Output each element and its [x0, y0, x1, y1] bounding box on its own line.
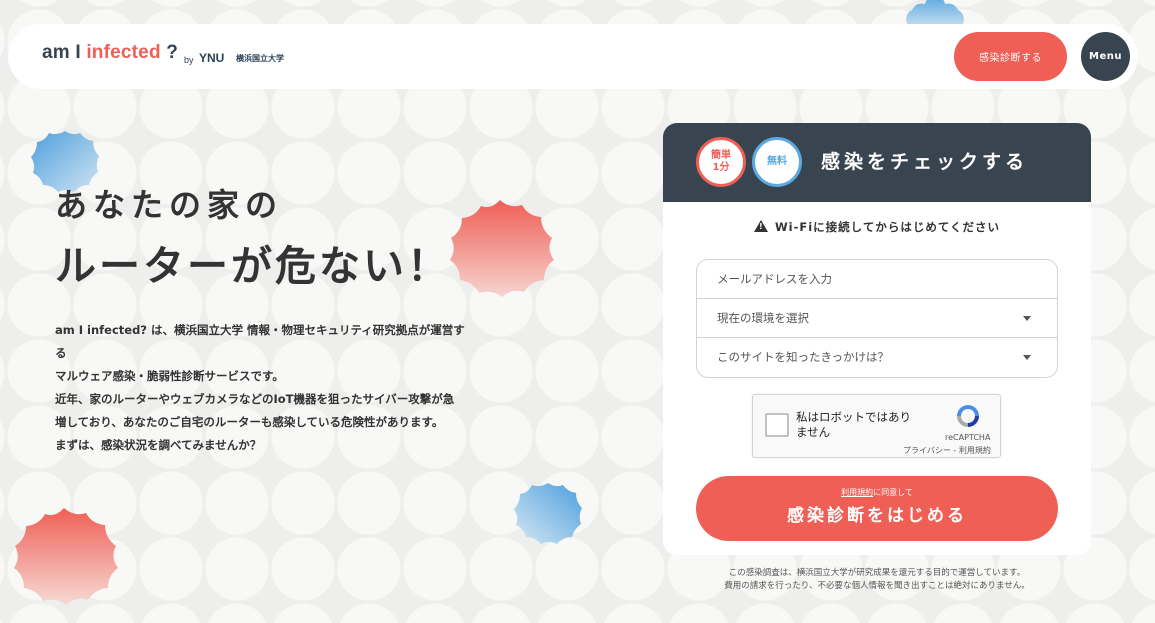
check-card: 簡単1分 無料 感染をチェックする Wi-Fiに接続してからはじめてください メ…: [663, 123, 1091, 555]
recaptcha-logo-icon: [957, 405, 979, 427]
check-card-title: 感染をチェックする: [821, 151, 1029, 173]
agree-suffix: に同意して: [873, 488, 913, 497]
description-line: まずは、感染状況を調べてみませんか？: [55, 438, 262, 452]
environment-placeholder: 現在の環境を選択: [717, 311, 809, 325]
start-diagnosis-label: 感染診断をはじめる: [787, 506, 967, 526]
site-logo[interactable]: am I infected ?: [42, 42, 178, 64]
wifi-notice-text: Wi-Fiに接続してからはじめてください: [774, 220, 1000, 234]
university-name: 横浜国立大学: [236, 54, 284, 63]
recaptcha-privacy-link[interactable]: プライバシー: [903, 446, 951, 455]
recaptcha-widget: 私はロボットではありません reCAPTCHA プライバシー - 利用規約: [752, 394, 1001, 458]
environment-select[interactable]: 現在の環境を選択: [697, 299, 1057, 338]
terms-agreement: 利用規約に同意して: [696, 487, 1058, 498]
logo-part3: ?: [160, 42, 179, 63]
description-line: 増しており、あなたのご自宅のルーターも感染している危険性があります。: [55, 415, 444, 429]
description-line: am I infected? は、横浜国立大学 情報・物理セキュリティ研究拠点が…: [55, 323, 465, 360]
recaptcha-links: プライバシー - 利用規約: [903, 445, 991, 456]
decorative-blob-red-bottom: [14, 508, 118, 605]
wifi-notice: Wi-Fiに接続してからはじめてください: [663, 219, 1091, 235]
free-badge: 無料: [752, 137, 802, 187]
email-placeholder: メールアドレスを入力: [717, 272, 832, 286]
recaptcha-checkbox[interactable]: [765, 413, 789, 437]
logo-by: by: [184, 55, 194, 65]
menu-button[interactable]: Menu: [1081, 32, 1130, 81]
logo-part1: am I: [42, 42, 87, 63]
decorative-blob-blue-bottom: [514, 483, 582, 544]
email-field[interactable]: メールアドレスを入力: [697, 260, 1057, 299]
description-line: マルウェア感染・脆弱性診断サービスです。: [55, 369, 284, 383]
ynu-logo: YNU: [199, 51, 225, 65]
logo-part2: infected: [86, 42, 161, 63]
footnote: この感染調査は、横浜国立大学が研究成果を還元する目的で運営しています。 費用の請…: [663, 567, 1091, 593]
hero-heading-line1: あなたの家の: [55, 186, 284, 224]
footnote-line: 費用の請求を行ったり、不必要な個人情報を聞き出すことは絶対にありません。: [724, 581, 1030, 591]
chevron-down-icon: [1023, 316, 1031, 321]
diagnosis-form: メールアドレスを入力 現在の環境を選択 このサイトを知ったきっかけは？: [696, 259, 1058, 378]
recaptcha-label: 私はロボットではありません: [796, 410, 911, 439]
easy-badge: 簡単 1分: [696, 137, 746, 187]
site-header: am I infected ? by YNU 横浜国立大学 感染診断する Men…: [8, 24, 1138, 89]
easy-badge-line2: 1分: [712, 162, 730, 173]
referral-placeholder: このサイトを知ったきっかけは？: [717, 350, 890, 364]
chevron-down-icon: [1023, 355, 1031, 360]
start-diagnosis-button[interactable]: 利用規約に同意して 感染診断をはじめる: [696, 476, 1058, 541]
hero-heading-line2: ルーターが危ない！: [55, 242, 451, 290]
warning-icon: [753, 220, 768, 232]
easy-badge-line1: 簡単: [711, 150, 731, 161]
recaptcha-brand: reCAPTCHA: [945, 433, 991, 442]
hero-description: am I infected? は、横浜国立大学 情報・物理セキュリティ研究拠点が…: [55, 319, 475, 457]
recaptcha-link-separator: -: [950, 446, 959, 455]
recaptcha-terms-link[interactable]: 利用規約: [959, 446, 991, 455]
check-card-header: 簡単 1分 無料 感染をチェックする: [663, 123, 1091, 202]
referral-select[interactable]: このサイトを知ったきっかけは？: [697, 338, 1057, 376]
header-diagnose-button[interactable]: 感染診断する: [954, 32, 1067, 81]
footnote-line: この感染調査は、横浜国立大学が研究成果を還元する目的で運営しています。: [728, 568, 1026, 578]
terms-link[interactable]: 利用規約: [841, 488, 873, 497]
decorative-blob-red-center: [450, 200, 554, 297]
description-line: 近年、家のルーターやウェブカメラなどのIoT機器を狙ったサイバー攻撃が急: [55, 392, 455, 406]
